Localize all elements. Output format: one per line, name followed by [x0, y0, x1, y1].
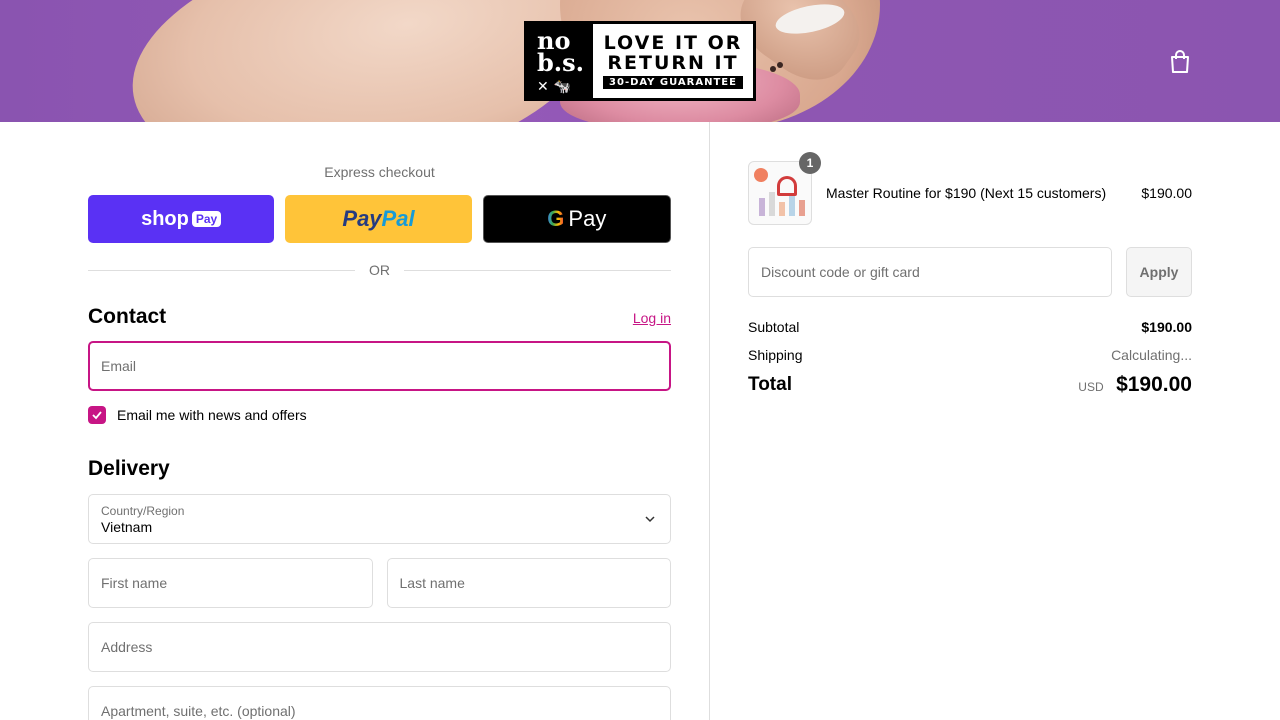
- logo-cruelty-free-icon: ✕ 🐄: [537, 79, 572, 95]
- product-bottle: [789, 196, 795, 216]
- banner-mole: [777, 62, 783, 68]
- google-pay-label: Pay: [568, 206, 607, 231]
- logo-line3: 30-DAY GUARANTEE: [603, 76, 743, 89]
- email-field[interactable]: Email: [88, 341, 671, 391]
- last-name-placeholder: Last name: [399, 575, 465, 591]
- first-name-placeholder: First name: [101, 575, 168, 591]
- address-field[interactable]: Address: [88, 622, 671, 672]
- product-thumbnail: 1: [748, 152, 821, 225]
- shop-pay-button[interactable]: shop Pay: [88, 195, 275, 243]
- total-value: $190.00: [1116, 373, 1192, 396]
- first-name-field[interactable]: First name: [88, 558, 373, 608]
- total-row: Total USD $190.00: [748, 373, 1192, 397]
- discount-code-field[interactable]: Discount code or gift card: [748, 247, 1112, 297]
- product-price: $190.00: [1141, 185, 1192, 201]
- checkmark-icon: [92, 411, 102, 420]
- name-row: First name Last name: [88, 558, 671, 608]
- logo-line1: LOVE IT OR: [603, 32, 743, 54]
- email-placeholder: Email: [101, 358, 137, 374]
- order-summary: 1 Master Routine for $190 (Next 15 custo…: [748, 122, 1192, 397]
- subtotal-row: Subtotal $190.00: [748, 319, 1192, 335]
- subtotal-label: Subtotal: [748, 319, 800, 335]
- logo-line2: RETURN IT: [607, 52, 739, 74]
- google-g-icon: G: [547, 206, 565, 231]
- discount-placeholder: Discount code or gift card: [761, 264, 920, 280]
- column-divider: [709, 122, 710, 720]
- address-placeholder: Address: [101, 639, 153, 655]
- news-opt-in: Email me with news and offers: [88, 406, 671, 424]
- paypal-label-pay: Pay: [342, 206, 382, 231]
- total-currency: USD: [1078, 380, 1104, 394]
- news-checkbox[interactable]: [88, 406, 106, 424]
- checkout-form: Express checkout shop Pay Pay Pal G Pay O…: [88, 122, 671, 720]
- banner-mole: [770, 66, 776, 72]
- paypal-button[interactable]: Pay Pal: [285, 195, 472, 243]
- contact-header: Contact Log in: [88, 305, 671, 329]
- product-name: Master Routine for $190 (Next 15 custome…: [826, 185, 1107, 201]
- cart-item: 1 Master Routine for $190 (Next 15 custo…: [748, 152, 1192, 225]
- product-bottle: [779, 202, 785, 216]
- or-line-left: [88, 269, 355, 271]
- quantity-badge: 1: [799, 152, 821, 174]
- subtotal-value: $190.00: [1141, 319, 1192, 335]
- news-checkbox-label: Email me with news and offers: [117, 407, 307, 423]
- shopping-bag-icon[interactable]: [1169, 50, 1191, 74]
- product-bottle: [759, 198, 765, 216]
- express-payment-buttons: shop Pay Pay Pal G Pay: [88, 195, 671, 243]
- or-text: OR: [369, 262, 390, 278]
- apply-button[interactable]: Apply: [1126, 247, 1192, 297]
- shop-pay-badge: Pay: [191, 211, 222, 227]
- shipping-label: Shipping: [748, 347, 803, 363]
- shipping-value: Calculating...: [1111, 347, 1192, 363]
- total-label: Total: [748, 374, 792, 395]
- shipping-row: Shipping Calculating...: [748, 347, 1192, 363]
- delivery-title: Delivery: [88, 457, 170, 480]
- contact-title: Contact: [88, 305, 167, 328]
- last-name-field[interactable]: Last name: [386, 558, 671, 608]
- country-select[interactable]: Country/Region Vietnam: [88, 494, 671, 544]
- login-link[interactable]: Log in: [633, 310, 671, 326]
- header-banner: no b.s. ✕ 🐄 LOVE IT OR RETURN IT 30-DAY …: [0, 0, 1280, 122]
- shop-pay-label: shop: [141, 207, 189, 230]
- or-divider: OR: [88, 262, 671, 278]
- country-label: Country/Region: [101, 504, 185, 518]
- chevron-down-icon: [645, 516, 655, 523]
- google-pay-button[interactable]: G Pay: [482, 195, 671, 243]
- express-checkout-title: Express checkout: [324, 164, 435, 180]
- paypal-label-pal: Pal: [381, 206, 415, 231]
- logo-guarantee: LOVE IT OR RETURN IT 30-DAY GUARANTEE: [593, 24, 753, 98]
- apartment-placeholder: Apartment, suite, etc. (optional): [101, 703, 296, 719]
- logo-text-bs: b.s.: [537, 48, 585, 77]
- store-logo[interactable]: no b.s. ✕ 🐄 LOVE IT OR RETURN IT 30-DAY …: [524, 21, 756, 101]
- or-line-right: [404, 269, 671, 271]
- discount-row: Discount code or gift card Apply: [748, 247, 1192, 297]
- price-sticker-icon: [754, 168, 768, 182]
- country-value: Vietnam: [101, 519, 153, 535]
- product-bottle: [799, 200, 805, 216]
- gift-bow-icon: [777, 176, 797, 196]
- total-amount-group: USD $190.00: [1078, 373, 1192, 397]
- apartment-field[interactable]: Apartment, suite, etc. (optional): [88, 686, 671, 720]
- product-bottle: [769, 192, 775, 216]
- logo-monogram: no b.s. ✕ 🐄: [527, 24, 593, 98]
